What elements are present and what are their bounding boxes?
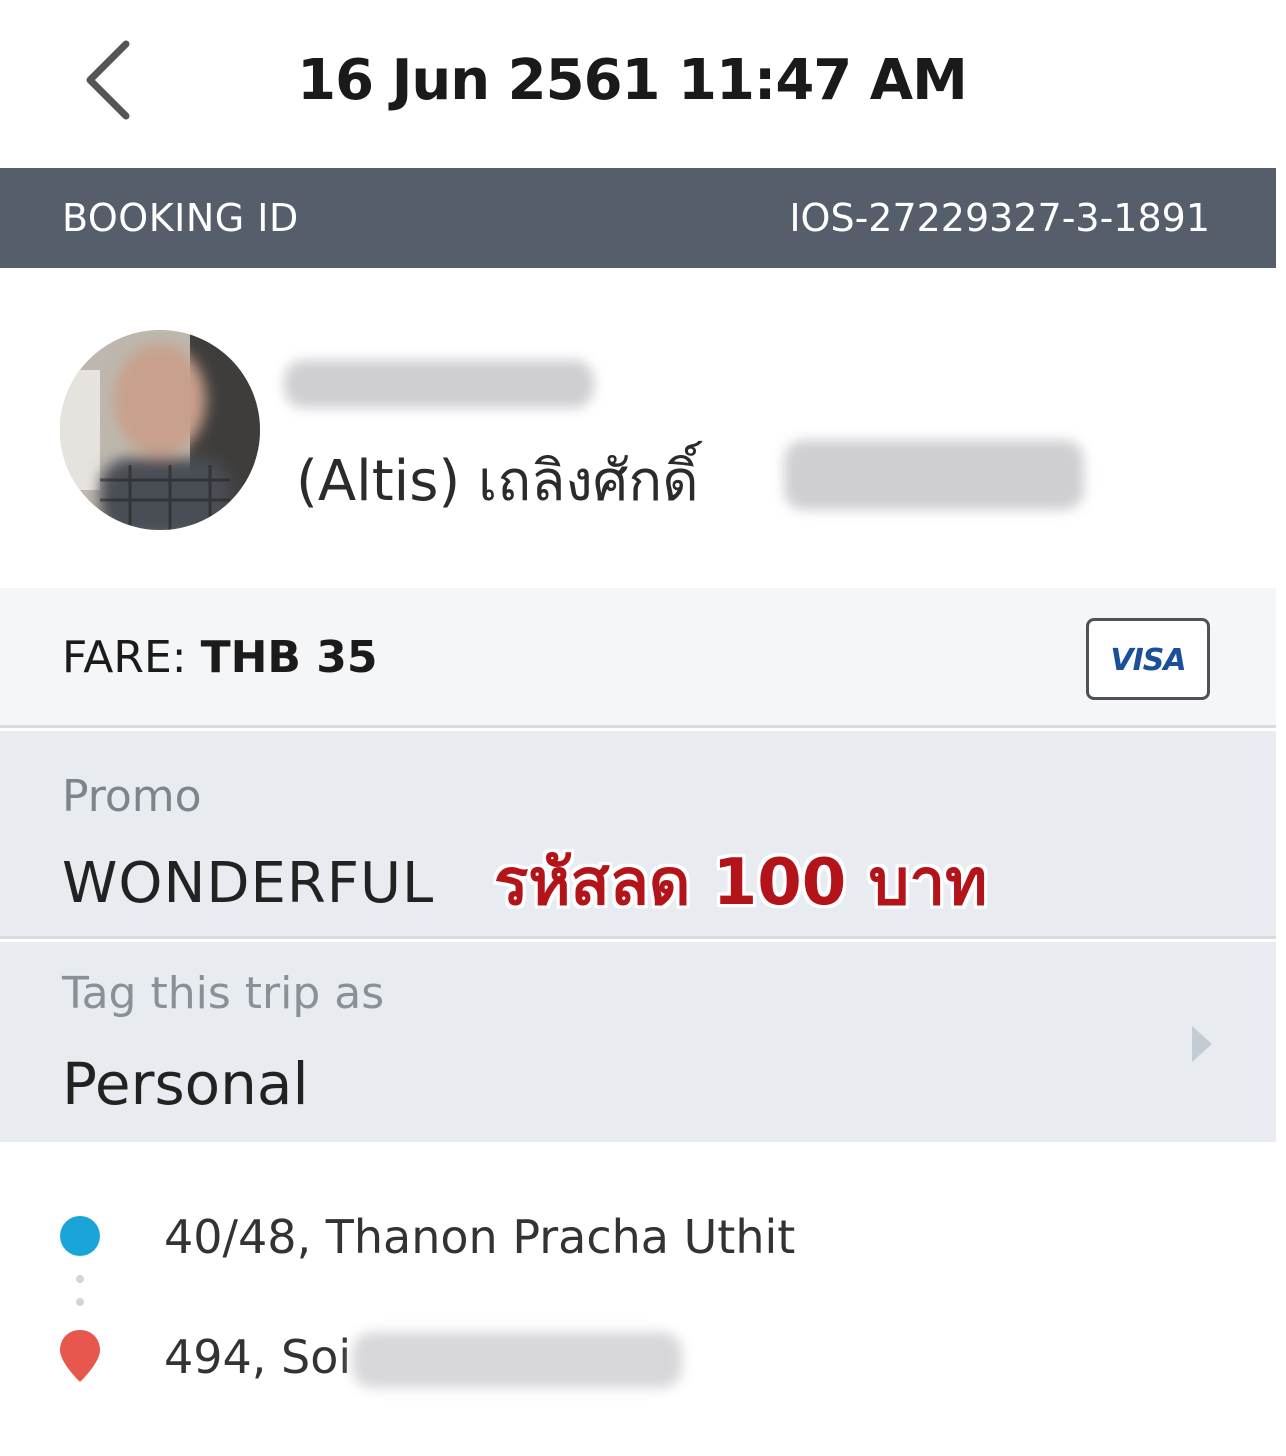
- redacted-dropoff-address: [352, 1332, 682, 1388]
- promo-code: WONDERFUL: [62, 851, 435, 916]
- promo-annotation: รหัสลด 100 บาท: [494, 846, 988, 920]
- location-pin-icon: [60, 1330, 100, 1382]
- tag-trip-label: Tag this trip as: [62, 968, 385, 1019]
- booking-id-bar: BOOKING ID IOS-27229327-3-1891: [0, 168, 1276, 268]
- tag-trip-row[interactable]: Tag this trip as Personal: [0, 942, 1276, 1142]
- route-connector-dot: [76, 1275, 84, 1283]
- driver-avatar: [60, 330, 260, 530]
- header: 16 Jun 2561 11:47 AM: [0, 0, 1276, 168]
- booking-id-label: BOOKING ID: [62, 196, 299, 240]
- driver-name: (Altis) เถลิงศักดิ์: [296, 449, 699, 514]
- booking-id-value: IOS-27229327-3-1891: [789, 196, 1210, 240]
- route-section: 40/48, Thanon Pracha Uthit 494, Soi: [0, 1142, 1276, 1448]
- fare-row: FARE: THB 35: [0, 588, 1276, 728]
- chevron-right-icon: [1192, 1026, 1212, 1062]
- page-title: 16 Jun 2561 11:47 AM: [297, 48, 968, 113]
- driver-photo: [60, 330, 260, 530]
- visa-label: VISA: [1110, 643, 1186, 678]
- booking-detail-screen: 16 Jun 2561 11:47 AM BOOKING ID IOS-2722…: [0, 0, 1276, 1448]
- tag-trip-value: Personal: [62, 1050, 309, 1118]
- promo-label: Promo: [62, 771, 202, 822]
- redacted-driver-line: [284, 360, 594, 408]
- pickup-dot-icon: [60, 1216, 100, 1256]
- fare-label: FARE:: [62, 632, 187, 683]
- promo-row: Promo WONDERFUL รหัสลด 100 บาท: [0, 731, 1276, 939]
- driver-section: (Altis) เถลิงศักดิ์: [0, 268, 1276, 588]
- route-connector-dot: [76, 1298, 84, 1306]
- visa-payment-icon[interactable]: VISA: [1086, 618, 1210, 700]
- dropoff-address: 494, Soi: [164, 1330, 352, 1384]
- pickup-address: 40/48, Thanon Pracha Uthit: [164, 1210, 796, 1264]
- redacted-driver-surname: [784, 440, 1084, 510]
- fare-amount: THB 35: [200, 632, 378, 683]
- fare-text: FARE: THB 35: [62, 632, 378, 683]
